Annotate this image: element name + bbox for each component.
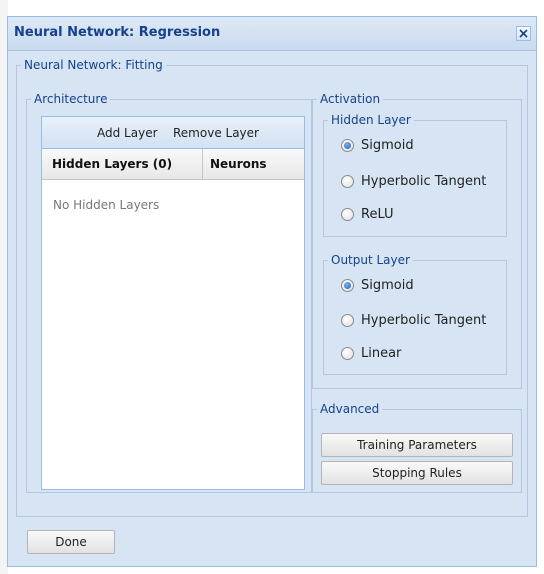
radio-unchecked-icon <box>341 347 354 360</box>
column-neurons[interactable]: Neurons <box>210 149 267 179</box>
fitting-legend: Neural Network: Fitting <box>24 58 163 72</box>
close-button[interactable] <box>516 26 531 41</box>
neural-network-dialog: Neural Network: Regression Neural Networ… <box>7 16 537 567</box>
empty-grid-message: No Hidden Layers <box>53 198 160 212</box>
training-parameters-button[interactable]: Training Parameters <box>321 433 513 457</box>
column-separator <box>202 149 203 179</box>
architecture-legend: Architecture <box>34 92 108 106</box>
remove-layer-button[interactable]: Remove Layer <box>173 126 259 140</box>
dialog-titlebar[interactable]: Neural Network: Regression <box>8 17 536 51</box>
dialog-title: Neural Network: Regression <box>14 25 221 40</box>
architecture-grid: Add Layer Remove Layer Hidden Layers (0)… <box>41 116 305 490</box>
radio-checked-icon <box>341 279 354 292</box>
architecture-toolbar: Add Layer Remove Layer <box>42 117 304 149</box>
radio-unchecked-icon <box>341 175 354 188</box>
done-button[interactable]: Done <box>27 530 115 554</box>
radio-unchecked-icon <box>341 208 354 221</box>
activation-legend: Activation <box>320 92 381 106</box>
add-layer-button[interactable]: Add Layer <box>97 126 158 140</box>
close-icon <box>519 29 528 38</box>
stopping-rules-button[interactable]: Stopping Rules <box>321 461 513 485</box>
hidden-layer-legend: Hidden Layer <box>331 113 411 127</box>
grid-header: Hidden Layers (0) Neurons <box>42 149 304 180</box>
advanced-legend: Advanced <box>320 402 380 416</box>
radio-checked-icon <box>341 139 354 152</box>
output-layer-legend: Output Layer <box>331 253 410 267</box>
radio-unchecked-icon <box>341 314 354 327</box>
column-hidden-layers[interactable]: Hidden Layers (0) <box>52 149 172 179</box>
